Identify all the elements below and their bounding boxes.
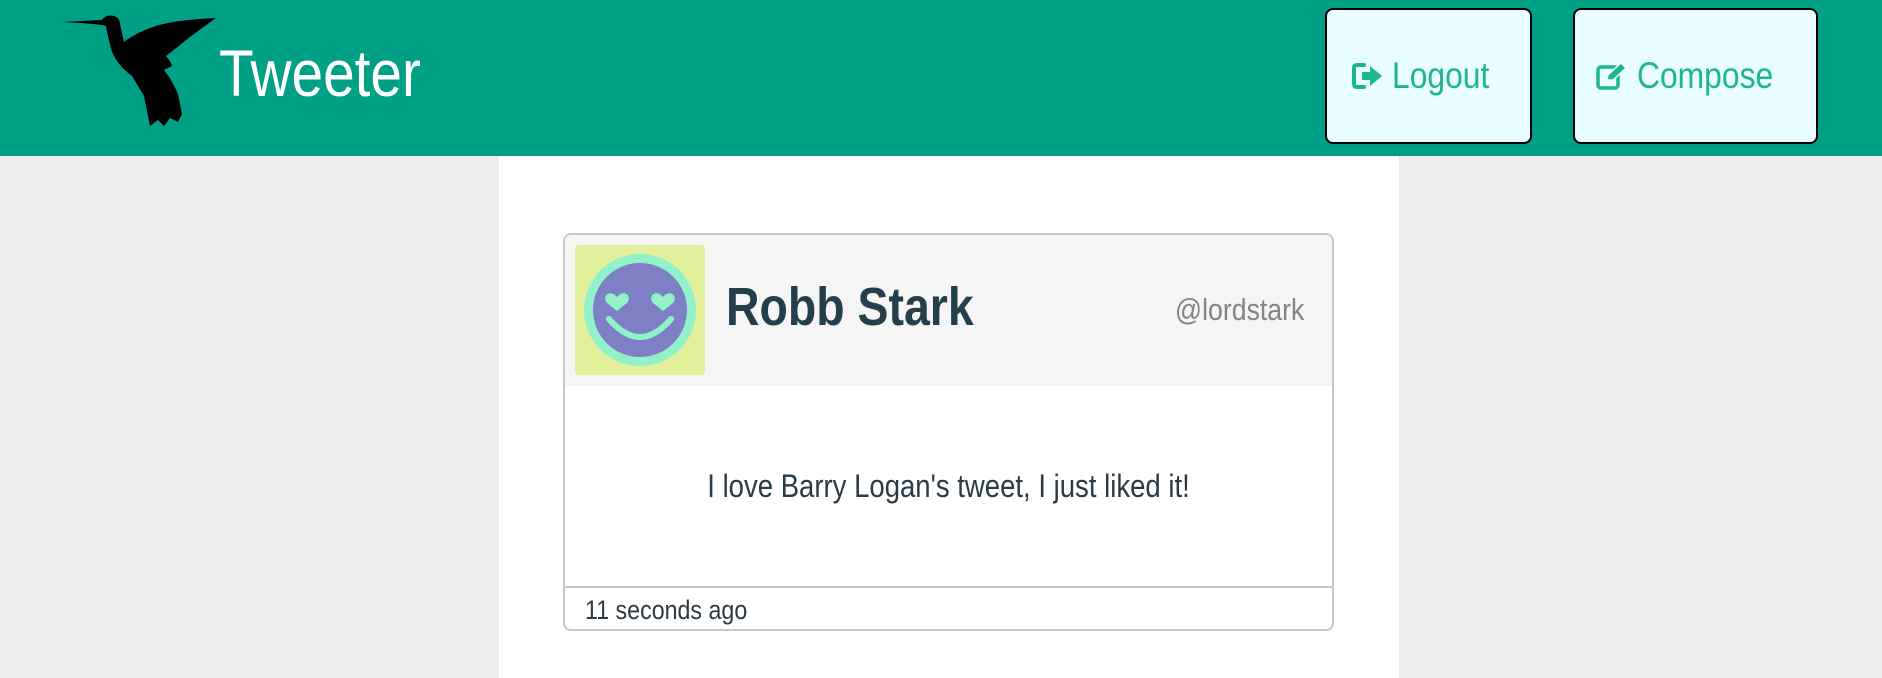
tweet-header: Robb Stark @lordstark (565, 235, 1332, 386)
top-nav-bar: Tweeter Logout Compose (0, 0, 1882, 156)
app-title[interactable]: Tweeter (219, 34, 421, 112)
compose-button[interactable]: Compose (1573, 8, 1818, 144)
tweet-body: I love Barry Logan's tweet, I just liked… (565, 386, 1332, 586)
hummingbird-icon (62, 15, 216, 126)
tweet-timestamp: 11 seconds ago (585, 595, 748, 625)
sign-out-icon (1351, 63, 1382, 89)
logout-button-label: Logout (1391, 55, 1490, 96)
tweet-card: Robb Stark @lordstark I love Barry Logan… (563, 233, 1334, 631)
user-handle: @lordstark (1174, 292, 1304, 327)
main-content: Robb Stark @lordstark I love Barry Logan… (499, 156, 1399, 678)
edit-icon (1596, 61, 1628, 90)
heart-eyes-smiley-icon (584, 254, 696, 366)
user-name: Robb Stark (726, 277, 974, 337)
avatar[interactable] (575, 245, 705, 375)
tweet-text: I love Barry Logan's tweet, I just liked… (707, 467, 1190, 504)
tweet-footer: 11 seconds ago (565, 586, 1332, 629)
compose-button-label: Compose (1637, 55, 1774, 96)
logout-button[interactable]: Logout (1325, 8, 1532, 144)
